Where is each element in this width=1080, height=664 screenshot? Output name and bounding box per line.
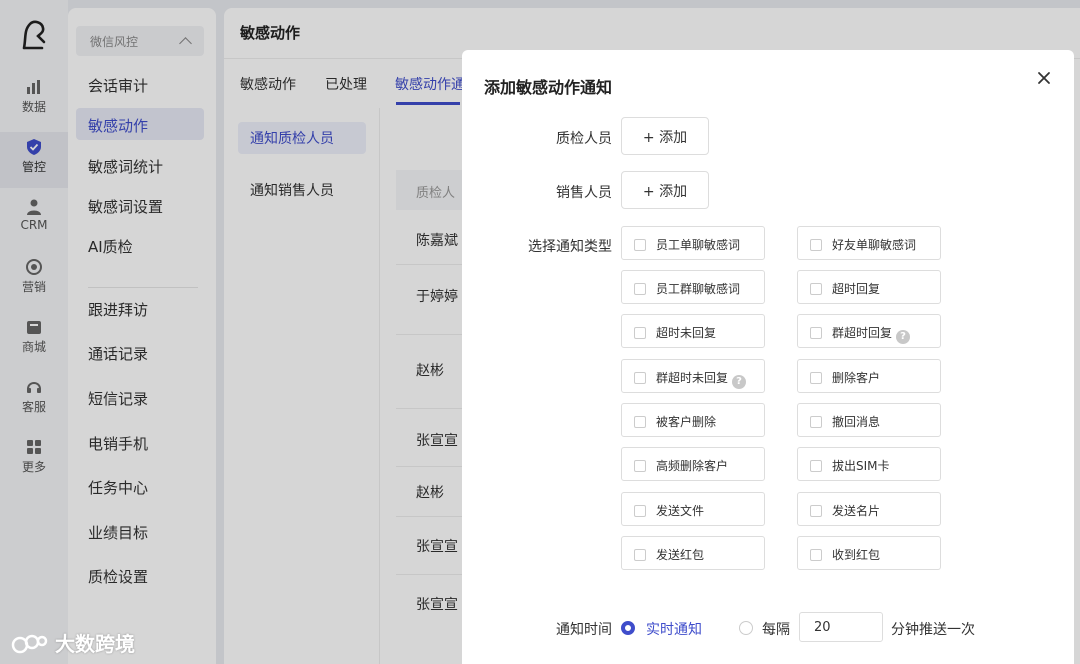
checkbox-label: 收到红包: [832, 548, 881, 562]
checkbox-square: [634, 549, 646, 561]
checkbox-label: 删除客户: [832, 371, 881, 385]
checkbox-group-timeout-reply[interactable]: 群超时回复?: [797, 314, 941, 348]
checkbox-square: [810, 239, 822, 251]
checkbox-square: [810, 505, 822, 517]
interval-minutes-input[interactable]: 20: [799, 612, 883, 642]
sales-label: 销售人员: [556, 185, 612, 201]
checkbox-remove-sim[interactable]: 拔出SIM卡: [797, 447, 941, 481]
radio-realtime[interactable]: [621, 621, 635, 635]
add-sales-button[interactable]: + 添加: [621, 171, 709, 209]
checkbox-label: 被客户删除: [656, 415, 717, 429]
checkbox-label: 员工单聊敏感词: [656, 238, 741, 252]
add-notification-modal: 添加敏感动作通知 质检人员 + 添加 销售人员 + 添加 选择通知类型 员工单聊…: [462, 50, 1074, 664]
close-icon[interactable]: [1034, 68, 1054, 88]
checkbox-deleted-by-customer[interactable]: 被客户删除: [621, 403, 765, 437]
checkbox-label: 发送红包: [656, 548, 705, 562]
checkbox-group-timeout-no-reply[interactable]: 群超时未回复?: [621, 359, 765, 393]
checkbox-label: 群超时未回复: [656, 371, 729, 385]
inspector-label: 质检人员: [556, 131, 612, 147]
checkbox-send-file[interactable]: 发送文件: [621, 492, 765, 526]
checkbox-timeout-reply[interactable]: 超时回复: [797, 270, 941, 304]
interval-suffix: 分钟推送一次: [891, 622, 975, 638]
brand-text: 大数跨境: [54, 632, 135, 656]
checkbox-label: 好友单聊敏感词: [832, 238, 917, 252]
help-icon[interactable]: ?: [732, 375, 747, 389]
checkbox-label: 超时回复: [832, 282, 881, 296]
notify-type-label: 选择通知类型: [528, 239, 612, 255]
interval-prefix: 每隔: [762, 622, 790, 638]
brand-watermark: 大数跨境: [10, 628, 135, 657]
checkbox-square: [810, 416, 822, 428]
radio-realtime-label[interactable]: 实时通知: [646, 619, 702, 639]
checkbox-label: 发送文件: [656, 504, 705, 518]
checkbox-label: 撤回消息: [832, 415, 881, 429]
checkbox-label: 员工群聊敏感词: [656, 282, 741, 296]
checkbox-square: [634, 283, 646, 295]
notify-time-label: 通知时间: [556, 622, 612, 638]
checkbox-staff-private-sensitive[interactable]: 员工单聊敏感词: [621, 226, 765, 260]
checkbox-send-card[interactable]: 发送名片: [797, 492, 941, 526]
checkbox-square: [634, 505, 646, 517]
add-inspector-button[interactable]: + 添加: [621, 117, 709, 155]
checkbox-square: [634, 416, 646, 428]
checkbox-square: [634, 239, 646, 251]
checkbox-receive-red-packet[interactable]: 收到红包: [797, 536, 941, 570]
checkbox-recall-message[interactable]: 撤回消息: [797, 403, 941, 437]
checkbox-square: [810, 460, 822, 472]
checkbox-timeout-no-reply[interactable]: 超时未回复: [621, 314, 765, 348]
help-icon[interactable]: ?: [896, 330, 911, 344]
checkbox-staff-group-sensitive[interactable]: 员工群聊敏感词: [621, 270, 765, 304]
checkbox-square: [810, 327, 822, 339]
modal-title: 添加敏感动作通知: [484, 78, 613, 97]
checkbox-square: [634, 372, 646, 384]
checkbox-label: 超时未回复: [656, 326, 717, 340]
checkbox-frequent-delete-customer[interactable]: 高频删除客户: [621, 447, 765, 481]
checkbox-label: 发送名片: [832, 504, 881, 518]
brand-logo-icon: [11, 634, 48, 654]
checkbox-square: [810, 549, 822, 561]
checkbox-label: 高频删除客户: [656, 459, 729, 473]
checkbox-delete-customer[interactable]: 删除客户: [797, 359, 941, 393]
radio-interval[interactable]: [739, 621, 753, 635]
checkbox-send-red-packet[interactable]: 发送红包: [621, 536, 765, 570]
checkbox-square: [634, 327, 646, 339]
checkbox-label: 拔出SIM卡: [832, 459, 890, 473]
checkbox-square: [810, 283, 822, 295]
checkbox-label: 群超时回复: [832, 326, 893, 340]
checkbox-friend-private-sensitive[interactable]: 好友单聊敏感词: [797, 226, 941, 260]
checkbox-square: [810, 372, 822, 384]
checkbox-square: [634, 460, 646, 472]
